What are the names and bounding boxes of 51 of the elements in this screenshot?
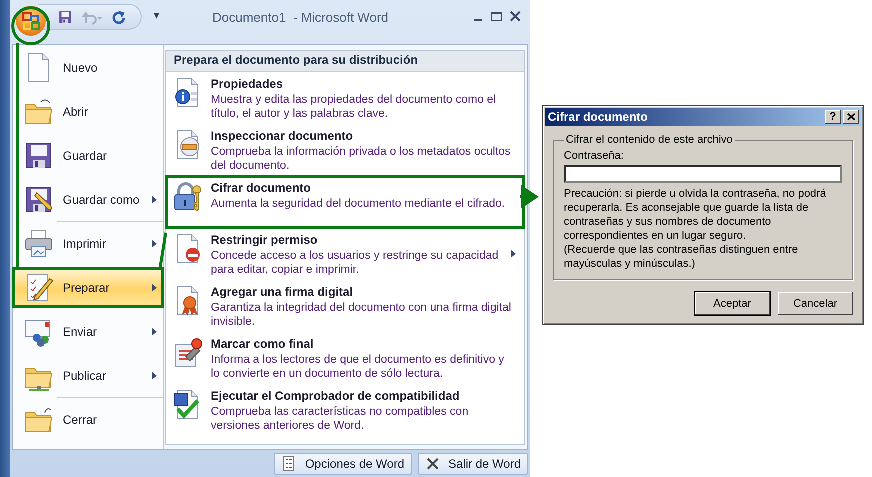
- menu-item[interactable]: Guardar: [13, 136, 163, 175]
- menu-item[interactable]: Ejecutar el Comprobador de compatibilidad Comprueba las características no compatibles con versiones anteriores de Word.: [166, 384, 524, 436]
- menu-item[interactable]: Marcar como final Informa a los lectores de que el documento es definitivo y lo convierte en un documento de sólo lectura.: [166, 332, 524, 384]
- maximize-icon: [490, 10, 503, 23]
- menu-item[interactable]: Inspeccionar documento Comprueba la información privada o los metadatos ocultos del documento.: [166, 124, 524, 176]
- dialog-title: Cifrar documento: [548, 110, 650, 124]
- group-label: Cifrar el contenido de este archivo: [565, 134, 734, 146]
- list-icon: [281, 456, 298, 472]
- menu-item[interactable]: Guardar como: [13, 180, 163, 219]
- menu-item[interactable]: Imprimir: [13, 224, 163, 263]
- close-button[interactable]: [509, 10, 522, 23]
- menu-item[interactable]: Nuevo: [13, 48, 163, 87]
- menu-item[interactable]: Agregar una firma digital Garantiza la integridad del documento con una firma digital invisible.: [166, 280, 524, 332]
- options-button[interactable]: Opciones de Word: [274, 452, 412, 474]
- menu-item[interactable]: Cerrar: [13, 400, 163, 439]
- undo-icon: [81, 10, 103, 24]
- submenu-arrow-icon: [152, 240, 157, 248]
- field-label: Contraseña:: [564, 150, 625, 162]
- menu-item[interactable]: Preparar: [13, 268, 163, 307]
- cancel-button[interactable]: Cancelar: [778, 292, 853, 315]
- customize-toolbar-button[interactable]: ▾: [142, 9, 160, 22]
- exit-button[interactable]: Salir de Word: [418, 452, 528, 474]
- menu-item[interactable]: Enviar: [13, 312, 163, 351]
- save-button[interactable]: [58, 10, 73, 24]
- reminder-text: (Recuerde que las contraseñas distinguen entre mayúsculas y minúsculas.): [564, 243, 800, 271]
- redo-icon: [111, 10, 126, 24]
- office-logo-icon: [21, 11, 41, 31]
- window-title: Documento1 - Microsoft Word: [211, 10, 390, 25]
- submenu-arrow-icon: [152, 196, 157, 204]
- menu-item[interactable]: Cifrar documento Aumenta la seguridad del documento mediante el cifrado.: [166, 176, 524, 228]
- help-button[interactable]: ?: [825, 110, 841, 124]
- maximize-button[interactable]: [490, 10, 503, 23]
- menu-item[interactable]: Publicar: [13, 356, 163, 395]
- accept-button[interactable]: Aceptar: [695, 292, 770, 315]
- redo-button[interactable]: [111, 10, 126, 24]
- submenu-arrow-icon: [152, 328, 157, 336]
- menu-item[interactable]: Abrir: [13, 92, 163, 131]
- menu-item[interactable]: Propiedades Muestra y edita las propiedades del documento como el título, el autor y las palabras clave.: [166, 72, 524, 124]
- close-icon: [846, 113, 856, 121]
- panel-heading: Prepara el documento para su distribución: [166, 51, 524, 72]
- minimize-icon: [474, 19, 482, 21]
- submenu-arrow-icon: [152, 372, 157, 380]
- close-icon: [509, 10, 522, 23]
- printer-icon: [23, 228, 55, 260]
- submenu-arrow-icon: [511, 250, 516, 258]
- warning-text: Precaución: si pierde u olvida la contraseña, no podrá recuperarla. Es aconsejable que guarde la lista de contraseñas y sus nombres de documento correspondientes en un lugar seguro.: [564, 187, 828, 243]
- password-field[interactable]: [564, 165, 842, 183]
- submenu-arrow-icon: [152, 284, 157, 292]
- close-icon: [424, 456, 441, 472]
- padlock-key-icon: [172, 181, 204, 213]
- menu-item[interactable]: Restringir permiso Concede acceso a los usuarios y restringe su capacidad para editar, copiar e imprimir.: [166, 228, 524, 280]
